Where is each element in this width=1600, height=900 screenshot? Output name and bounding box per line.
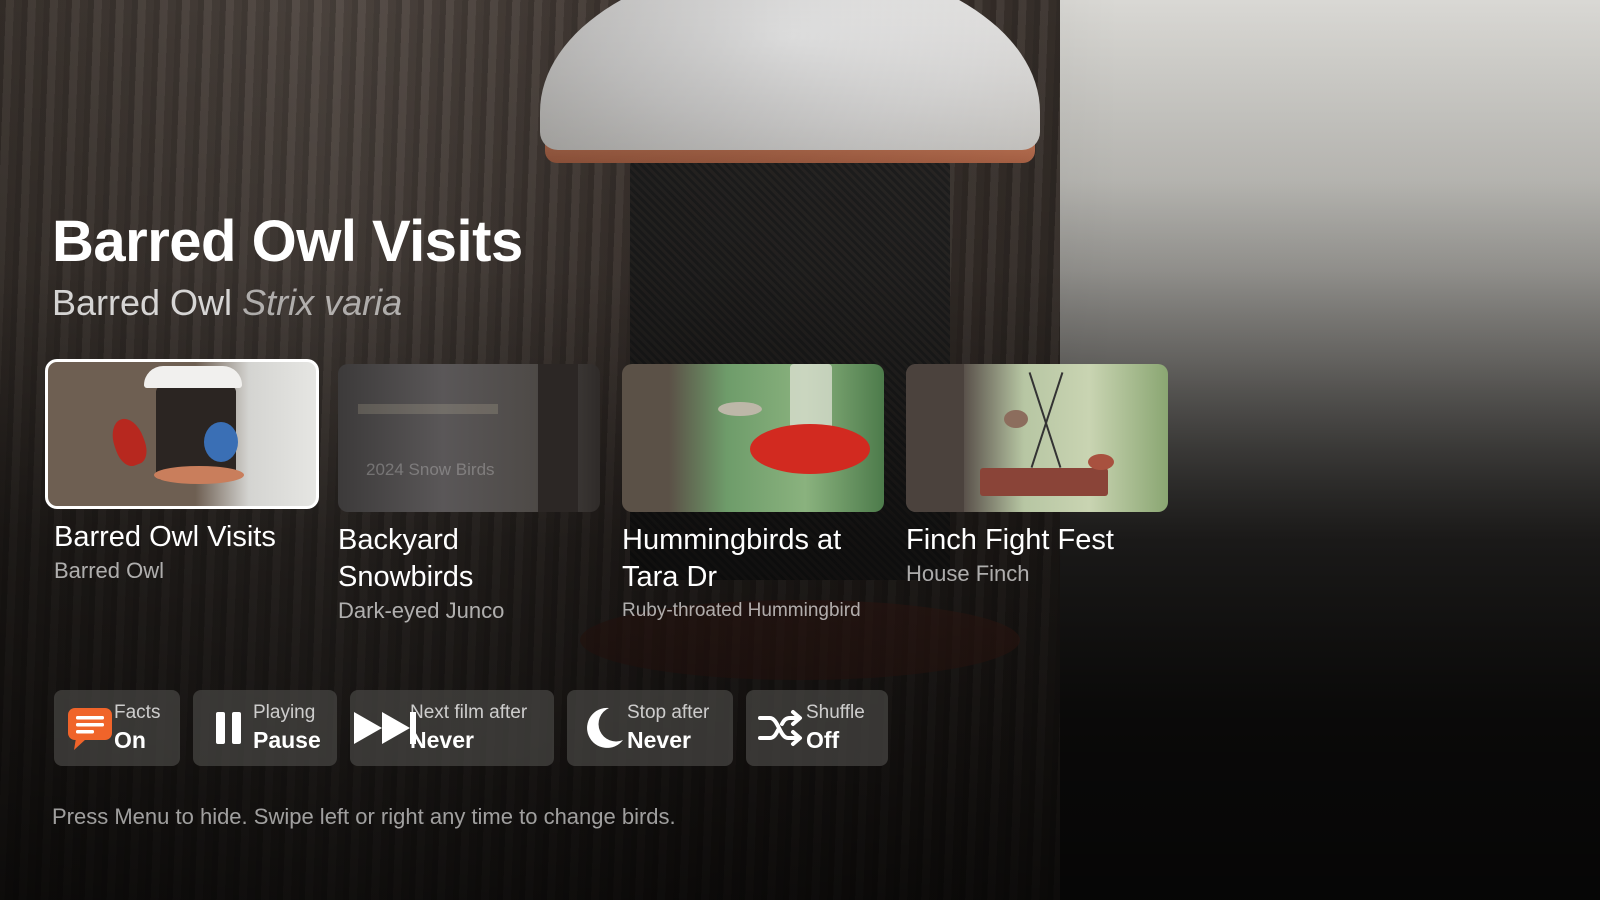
shuffle-label: Shuffle — [806, 702, 865, 723]
next-film-value: Never — [410, 727, 474, 753]
chat-bubble-icon — [66, 704, 114, 752]
facts-toggle-button[interactable]: Facts On — [54, 690, 180, 766]
next-film-after-button[interactable]: Next film after Never — [350, 690, 554, 766]
play-pause-button[interactable]: Playing Pause — [193, 690, 337, 766]
shuffle-icon — [758, 704, 806, 752]
film-species-label: House Finch — [906, 561, 1030, 586]
stop-after-value: Never — [627, 727, 691, 753]
playing-label: Playing — [253, 702, 316, 723]
film-thumbnail — [45, 359, 319, 509]
film-thumbnail — [906, 364, 1168, 512]
playing-value: Pause — [253, 727, 321, 753]
film-thumbnail: 2024 Snow Birds — [338, 364, 600, 512]
shuffle-value: Off — [806, 727, 840, 753]
film-thumbnail — [622, 364, 884, 512]
film-card-finch-fight-fest[interactable]: Finch Fight Fest House Finch — [906, 364, 1168, 589]
film-card-hummingbirds[interactable]: Hummingbirds at Tara Dr Ruby-throated Hu… — [622, 364, 884, 626]
facts-label: Facts — [114, 702, 161, 723]
common-name: Barred Owl — [52, 282, 233, 323]
film-title-label: Finch Fight Fest — [906, 524, 1114, 556]
film-subtitle: Barred Owl Strix varia — [52, 282, 402, 324]
film-card-backyard-snowbirds[interactable]: 2024 Snow Birds Backyard Snowbirds Dark-… — [338, 364, 600, 626]
facts-value: On — [114, 727, 146, 753]
film-card-barred-owl[interactable]: Barred Owl Visits Barred Owl — [45, 359, 322, 586]
stop-after-button[interactable]: Stop after Never — [567, 690, 733, 766]
film-species-label: Barred Owl — [54, 558, 165, 583]
film-watermark: 2024 Snow Birds — [366, 460, 495, 479]
next-film-label: Next film after — [410, 702, 528, 723]
film-species-label: Ruby-throated Hummingbird — [622, 600, 861, 621]
film-title-label: Hummingbirds at Tara Dr — [622, 524, 842, 593]
shuffle-toggle-button[interactable]: Shuffle Off — [746, 690, 888, 766]
scientific-name: Strix varia — [242, 282, 403, 323]
moon-icon — [579, 704, 627, 752]
film-title: Barred Owl Visits — [52, 209, 523, 274]
film-title-label: Backyard Snowbirds — [338, 524, 474, 593]
help-hint-text: Press Menu to hide. Swipe left or right … — [52, 804, 676, 829]
pause-icon — [205, 704, 253, 752]
stop-after-label: Stop after — [627, 702, 710, 723]
film-title-label: Barred Owl Visits — [54, 521, 276, 553]
film-species-label: Dark-eyed Junco — [338, 598, 505, 623]
